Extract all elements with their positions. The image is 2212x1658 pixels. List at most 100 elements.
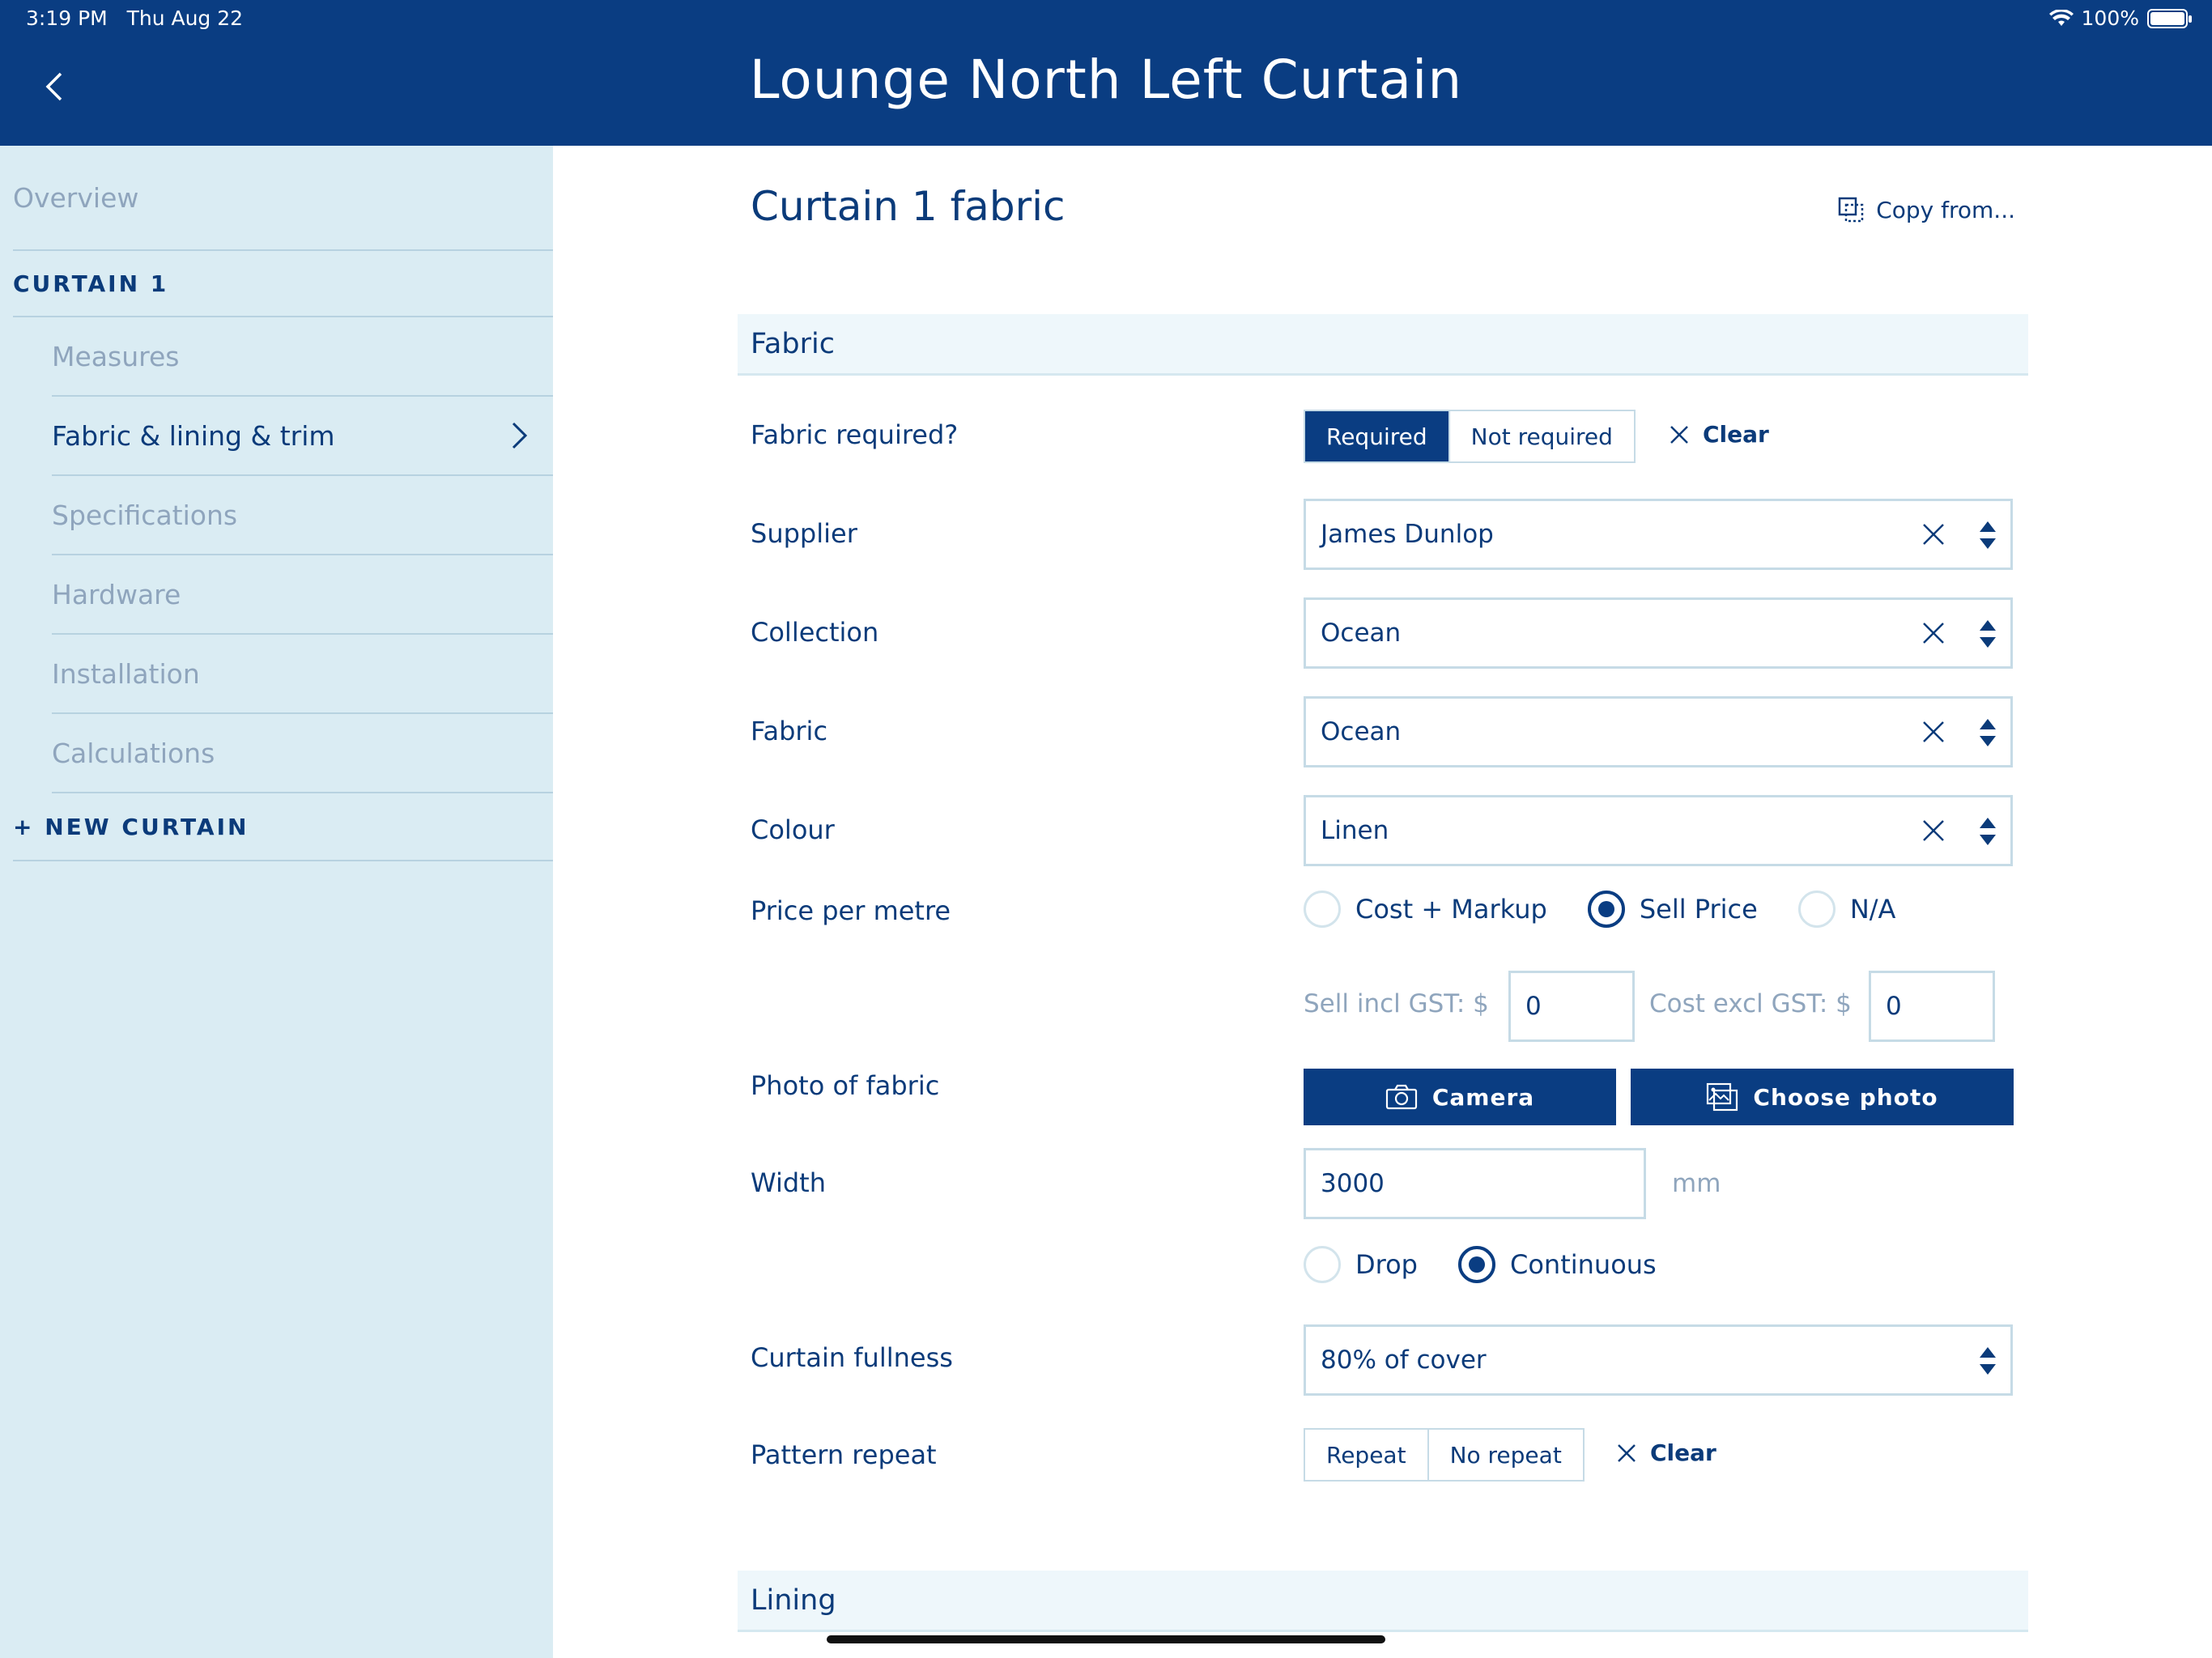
cost-excl-gst-input[interactable]: 0 bbox=[1869, 971, 1995, 1042]
repeat-option[interactable]: Repeat bbox=[1305, 1430, 1429, 1480]
updown-arrows-icon bbox=[1980, 818, 1996, 845]
copy-icon bbox=[1838, 197, 1864, 223]
width-input[interactable]: 3000 bbox=[1304, 1148, 1646, 1219]
sidebar-item-label: Measures bbox=[52, 340, 180, 372]
required-option[interactable]: Required bbox=[1305, 411, 1450, 461]
clear-label: Clear bbox=[1703, 421, 1769, 448]
section-header-lining: Lining bbox=[738, 1571, 2028, 1632]
width-unit: mm bbox=[1672, 1169, 1721, 1198]
sidebar-item-fabric-lining-trim[interactable]: Fabric & lining & trim bbox=[52, 397, 553, 476]
section-header-fabric: Fabric bbox=[738, 314, 2028, 376]
continuous-label: Continuous bbox=[1509, 1249, 1657, 1280]
chevron-right-icon bbox=[512, 422, 528, 449]
supplier-select[interactable]: James Dunlop bbox=[1304, 499, 2013, 570]
sell-incl-gst-label: Sell incl GST: $ bbox=[1304, 989, 1489, 1018]
updown-arrows-icon bbox=[1980, 719, 1996, 746]
sidebar-item-label: Hardware bbox=[52, 578, 181, 610]
sell-price-radio[interactable] bbox=[1587, 891, 1625, 928]
updown-arrows-icon bbox=[1980, 1347, 1996, 1375]
cost-excl-gst-label: Cost excl GST: $ bbox=[1649, 989, 1852, 1018]
width-type-radio-group: Drop Continuous bbox=[1304, 1246, 1697, 1283]
collection-label: Collection bbox=[751, 617, 879, 648]
curtain-fullness-select[interactable]: 80% of cover bbox=[1304, 1324, 2013, 1396]
copy-from-label: Copy from... bbox=[1876, 196, 2015, 223]
close-icon bbox=[1618, 1443, 1636, 1462]
fabric-required-toggle: Required Not required bbox=[1304, 410, 1636, 463]
sidebar-item-label: Calculations bbox=[52, 737, 215, 769]
battery-percent: 100% bbox=[2081, 6, 2139, 30]
sidebar-item-installation[interactable]: Installation bbox=[52, 635, 553, 714]
close-icon bbox=[1670, 425, 1688, 444]
camera-button[interactable]: Camera bbox=[1304, 1069, 1616, 1125]
width-label: Width bbox=[751, 1167, 826, 1198]
sidebar-item-overview[interactable]: Overview bbox=[13, 146, 553, 251]
fabric-label: Fabric bbox=[751, 716, 828, 746]
na-label: N/A bbox=[1849, 894, 1896, 925]
page-title: Curtain 1 fabric bbox=[751, 183, 1066, 230]
updown-arrows-icon bbox=[1980, 620, 1996, 648]
page-header-title: Lounge North Left Curtain bbox=[749, 49, 1463, 111]
app-header: 3:19 PM Thu Aug 22 100% Lounge North Lef… bbox=[0, 0, 2212, 146]
na-radio[interactable] bbox=[1797, 891, 1836, 928]
drop-radio[interactable] bbox=[1304, 1246, 1341, 1283]
curtain-fullness-value: 80% of cover bbox=[1321, 1346, 1487, 1375]
collection-value: Ocean bbox=[1321, 619, 1402, 648]
colour-value: Linen bbox=[1321, 816, 1389, 845]
sidebar-section-curtain-1[interactable]: CURTAIN 1 bbox=[13, 251, 553, 317]
status-clock: 3:19 PM bbox=[26, 6, 108, 30]
camera-icon bbox=[1385, 1084, 1417, 1110]
fabric-select[interactable]: Ocean bbox=[1304, 696, 2013, 767]
updown-arrows-icon bbox=[1980, 521, 1996, 549]
colour-label: Colour bbox=[751, 814, 835, 845]
sidebar-item-label: Overview bbox=[13, 181, 139, 214]
colour-select[interactable]: Linen bbox=[1304, 795, 2013, 866]
supplier-label: Supplier bbox=[751, 518, 857, 549]
main-content: Curtain 1 fabric Copy from... Fabric Fab… bbox=[553, 146, 2212, 1658]
copy-from-button[interactable]: Copy from... bbox=[1837, 196, 2015, 223]
sell-price-label: Sell Price bbox=[1639, 894, 1758, 925]
fabric-required-clear-button[interactable]: Clear bbox=[1669, 421, 1769, 448]
choose-photo-label: Choose photo bbox=[1753, 1083, 1938, 1111]
status-right: 100% bbox=[2048, 6, 2192, 30]
status-time: 3:19 PM Thu Aug 22 bbox=[26, 6, 243, 30]
new-curtain-button[interactable]: + NEW CURTAIN bbox=[13, 793, 553, 861]
fabric-required-label: Fabric required? bbox=[751, 419, 959, 450]
sidebar-section-label: CURTAIN 1 bbox=[13, 270, 169, 297]
wifi-icon bbox=[2048, 9, 2074, 26]
pattern-repeat-clear-button[interactable]: Clear bbox=[1616, 1439, 1716, 1466]
clear-selection-icon[interactable] bbox=[1921, 621, 1946, 645]
sidebar-item-label: Specifications bbox=[52, 499, 238, 531]
not-required-option[interactable]: Not required bbox=[1449, 411, 1634, 461]
photo-of-fabric-label: Photo of fabric bbox=[751, 1070, 940, 1101]
cost-markup-radio[interactable] bbox=[1304, 891, 1341, 928]
battery-icon bbox=[2147, 8, 2192, 28]
pattern-repeat-toggle: Repeat No repeat bbox=[1304, 1428, 1585, 1482]
sidebar-item-hardware[interactable]: Hardware bbox=[52, 555, 553, 635]
home-indicator[interactable] bbox=[827, 1635, 1385, 1643]
clear-selection-icon[interactable] bbox=[1921, 522, 1946, 546]
supplier-value: James Dunlop bbox=[1321, 520, 1494, 549]
cost-markup-label: Cost + Markup bbox=[1355, 894, 1547, 925]
sidebar: Overview CURTAIN 1 Measures Fabric & lin… bbox=[0, 146, 553, 1658]
sell-incl-gst-input[interactable]: 0 bbox=[1508, 971, 1635, 1042]
clear-selection-icon[interactable] bbox=[1921, 818, 1946, 843]
pattern-repeat-label: Pattern repeat bbox=[751, 1439, 937, 1470]
sidebar-item-specifications[interactable]: Specifications bbox=[52, 476, 553, 555]
sidebar-item-calculations[interactable]: Calculations bbox=[52, 714, 553, 793]
new-curtain-label: + NEW CURTAIN bbox=[13, 813, 249, 840]
clear-selection-icon[interactable] bbox=[1921, 720, 1946, 744]
status-date: Thu Aug 22 bbox=[126, 6, 244, 30]
price-type-radio-group: Cost + Markup Sell Price N/A bbox=[1304, 891, 1936, 928]
sidebar-item-label: Installation bbox=[52, 657, 200, 690]
drop-label: Drop bbox=[1355, 1249, 1418, 1280]
gallery-icon bbox=[1707, 1082, 1738, 1112]
sidebar-item-measures[interactable]: Measures bbox=[52, 317, 553, 397]
curtain-fullness-label: Curtain fullness bbox=[751, 1342, 953, 1373]
choose-photo-button[interactable]: Choose photo bbox=[1631, 1069, 2014, 1125]
continuous-radio[interactable] bbox=[1457, 1246, 1495, 1283]
collection-select[interactable]: Ocean bbox=[1304, 597, 2013, 669]
no-repeat-option[interactable]: No repeat bbox=[1428, 1430, 1583, 1480]
section-header-label: Lining bbox=[751, 1584, 836, 1617]
clear-label: Clear bbox=[1650, 1439, 1716, 1466]
sidebar-item-label: Fabric & lining & trim bbox=[52, 419, 335, 452]
